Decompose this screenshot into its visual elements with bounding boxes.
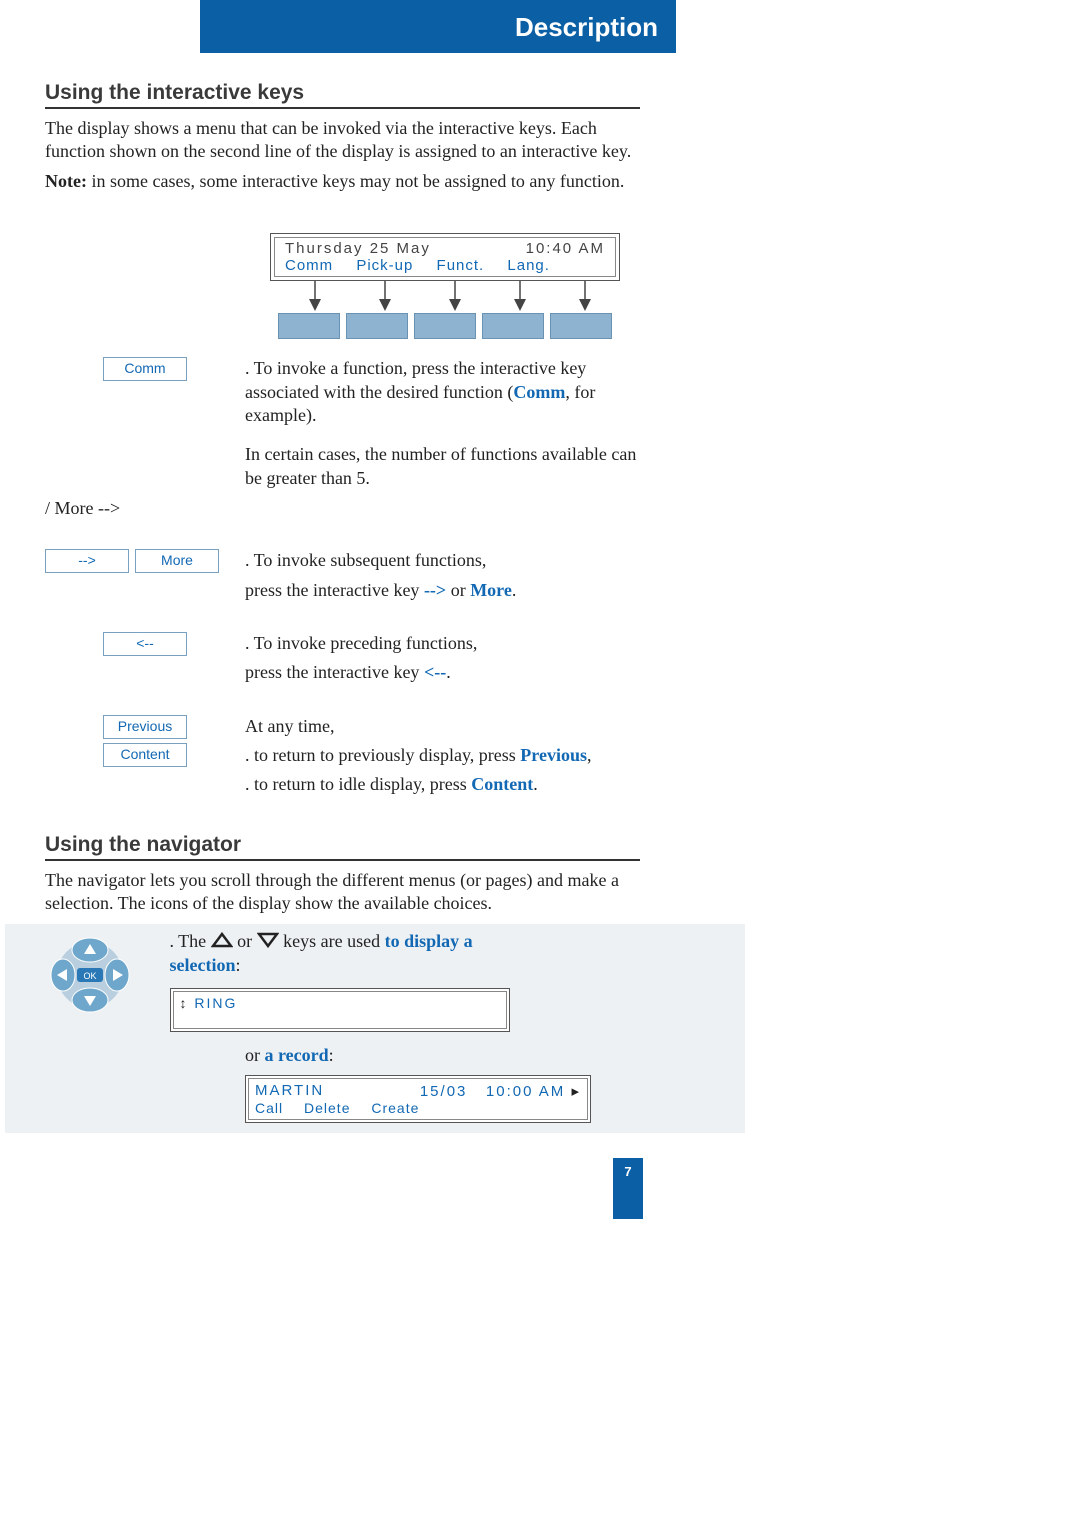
section-title-navigator: Using the navigator (45, 833, 645, 857)
key-content: Content (103, 743, 187, 767)
section1-note: Note: in some cases, some interactive ke… (45, 170, 645, 193)
ref-next: --> (424, 580, 446, 600)
record-name: MARTIN (255, 1082, 324, 1100)
section-rule-2 (45, 859, 640, 861)
display-fn-lang: Lang. (507, 257, 550, 274)
record-time: 10:00 AM (486, 1083, 565, 1100)
key-next: --> (45, 549, 129, 573)
anytime: At any time, (245, 715, 645, 738)
softkey-1 (278, 313, 340, 339)
ref-previous: Previous (520, 745, 587, 765)
note-text: in some cases, some interactive keys may… (87, 171, 624, 191)
softkey-3 (414, 313, 476, 339)
preced-a: . To invoke preceding functions, (245, 632, 645, 655)
or-record: or a record: (245, 1044, 745, 1067)
triangle-up-icon (211, 931, 233, 954)
section1-intro: The display shows a menu that can be inv… (45, 117, 645, 164)
display-date: Thursday 25 May (285, 240, 431, 257)
record-date: 15/03 (420, 1083, 468, 1100)
record-fn-delete: Delete (304, 1100, 350, 1116)
ref-more: More (470, 580, 512, 600)
svg-text:OK: OK (83, 971, 96, 981)
ret-idle: . to return to idle display, press Conte… (245, 773, 645, 796)
key-prev: <-- (103, 632, 187, 656)
display-time: 10:40 AM (526, 240, 605, 257)
navigator-band: OK . The or keys are used to display a s… (5, 924, 745, 1133)
key-more: More (135, 549, 219, 573)
record-fn-call: Call (255, 1100, 283, 1116)
page-number: 7 (613, 1158, 643, 1219)
page-header: Description (515, 12, 658, 42)
softkey-4 (482, 313, 544, 339)
sel-line: . The or keys are used to display a sele… (170, 930, 510, 978)
ref-content: Content (471, 774, 533, 794)
display-fn-comm: Comm (285, 257, 333, 274)
section-rule (45, 107, 640, 109)
subseq-a: . To invoke subsequent functions, (245, 549, 645, 572)
note-label: Note: (45, 171, 87, 191)
arrow-connectors (270, 281, 620, 311)
ref-prev: <-- (424, 662, 446, 682)
header-band: Description (200, 0, 676, 53)
record-bold: a record (265, 1045, 329, 1065)
display-fn-funct: Funct. (437, 257, 485, 274)
ret-prev: . to return to previously display, press… (245, 744, 645, 767)
key-comm: Comm (103, 357, 187, 381)
triangle-right-icon: ▸ (571, 1083, 581, 1100)
preced-b: press the interactive key <--. (245, 661, 645, 684)
softkey-5 (550, 313, 612, 339)
gt5-text: In certain cases, the number of function… (245, 443, 645, 490)
section-title-interactive-keys: Using the interactive keys (45, 81, 645, 105)
subseq-b: press the interactive key --> or More. (245, 579, 645, 602)
triangle-down-icon (257, 931, 279, 954)
record-fn-create: Create (371, 1100, 419, 1116)
display-ring: RING (194, 995, 237, 1011)
invoke-text: . To invoke a function, press the intera… (245, 357, 645, 427)
softkey-2 (346, 313, 408, 339)
phone-display-diagram: Thursday 25 May 10:40 AM Comm Pick-up Fu… (270, 233, 620, 339)
section2-intro: The navigator lets you scroll through th… (45, 869, 645, 916)
navigator-pad-icon: OK (45, 934, 135, 1021)
ref-comm: Comm (513, 382, 565, 402)
key-previous: Previous (103, 715, 187, 739)
updown-icon: ↕ (180, 995, 189, 1011)
display-fn-pickup: Pick-up (356, 257, 413, 274)
